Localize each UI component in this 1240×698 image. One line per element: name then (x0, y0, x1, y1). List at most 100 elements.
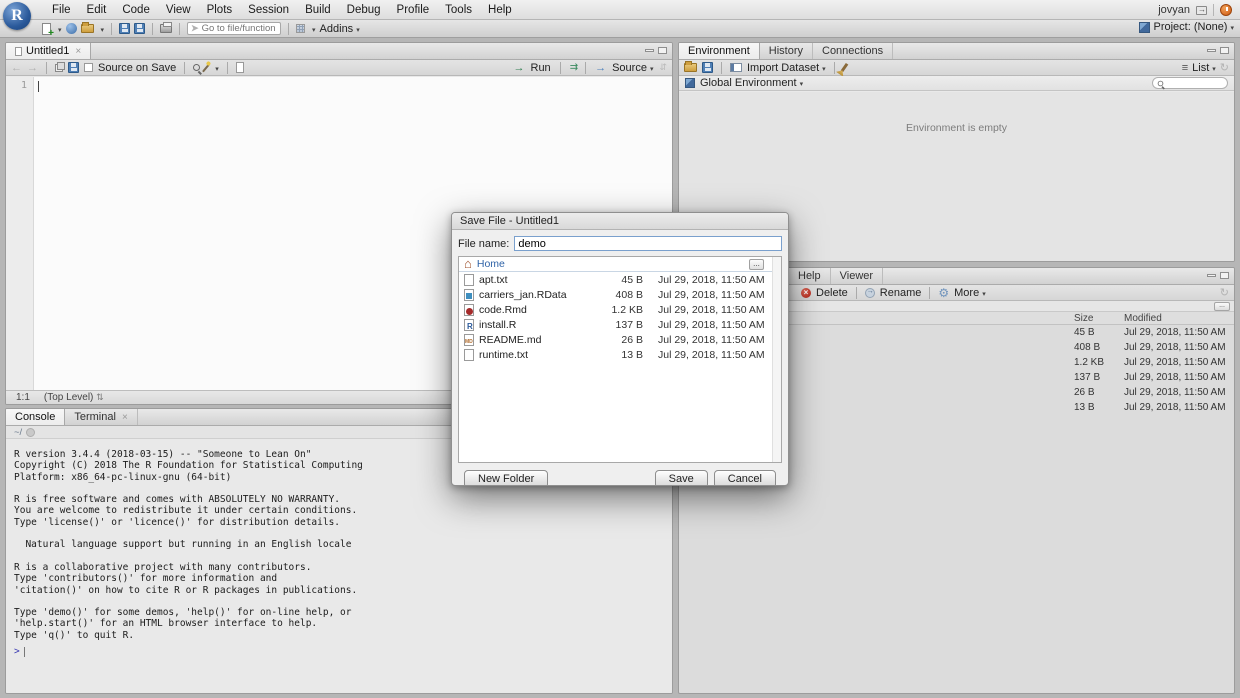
rename-button[interactable]: Rename (880, 287, 922, 299)
home-link[interactable]: Home (477, 258, 505, 270)
run-button[interactable]: Run (531, 62, 551, 74)
minimize-pane-icon[interactable] (1207, 49, 1216, 52)
dialog-file-row[interactable]: install.R 137 B Jul 29, 2018, 11:50 AM (459, 317, 781, 332)
r-session-icon (26, 427, 36, 437)
file-size: 13 B (621, 348, 643, 361)
new-file-dropdown[interactable] (55, 23, 62, 35)
forward-icon[interactable]: → (27, 62, 38, 74)
source-icon[interactable]: → (595, 62, 606, 74)
load-workspace-icon[interactable] (684, 61, 697, 72)
goto-file-input[interactable] (201, 23, 278, 34)
browse-more-button[interactable]: ... (749, 258, 764, 270)
menu-item[interactable]: File (44, 4, 79, 16)
project-selector[interactable]: Project: (None) (1154, 21, 1235, 33)
more-button[interactable]: More (954, 287, 986, 299)
file-name-input[interactable] (514, 236, 782, 251)
file-size: 45 B (621, 273, 643, 286)
open-file-dropdown[interactable] (98, 23, 105, 35)
maximize-pane-icon[interactable] (658, 47, 667, 54)
minimize-pane-icon[interactable] (1207, 274, 1216, 277)
run-icon[interactable]: → (514, 62, 525, 74)
files-pane-tab[interactable]: Viewer (831, 268, 884, 284)
scrollbar[interactable] (772, 257, 781, 462)
import-dataset-button[interactable]: Import Dataset (747, 62, 826, 74)
new-file-icon[interactable] (42, 22, 54, 39)
save-button[interactable]: Save (654, 470, 708, 485)
open-file-icon[interactable] (80, 22, 94, 33)
goto-file-box[interactable]: ➤ (187, 22, 282, 35)
dialog-file-row[interactable]: runtime.txt 13 B Jul 29, 2018, 11:50 AM (459, 347, 781, 362)
dialog-file-row[interactable]: carriers_jan.RData 408 B Jul 29, 2018, 1… (459, 287, 781, 302)
close-tab-icon[interactable]: × (75, 46, 81, 57)
popout-icon[interactable] (55, 61, 65, 72)
file-modified: Jul 29, 2018, 11:50 AM (658, 348, 765, 361)
close-terminal-icon[interactable]: × (122, 412, 128, 423)
rerun-icon[interactable]: ⇉ (570, 62, 579, 73)
refresh-icon[interactable]: ↻ (1220, 286, 1229, 299)
global-environment-selector[interactable]: Global Environment (700, 77, 803, 89)
file-name: code.Rmd (479, 303, 527, 316)
menu-item[interactable]: Help (480, 4, 520, 16)
tab-untitled1[interactable]: Untitled1 × (6, 43, 92, 59)
menu-item[interactable]: Tools (437, 4, 480, 16)
environment-tab[interactable]: Connections (813, 43, 894, 59)
menu-item[interactable]: Debug (339, 4, 389, 16)
rename-file-icon (864, 287, 875, 298)
column-size[interactable]: Size (1074, 313, 1124, 324)
console-tab[interactable]: Console (6, 409, 66, 425)
save-icon[interactable] (119, 23, 131, 34)
refresh-icon[interactable]: ↻ (1220, 61, 1229, 74)
environment-search-box[interactable] (1152, 77, 1228, 89)
dialog-title[interactable]: Save File - Untitled1 (452, 213, 788, 230)
menu-item[interactable]: View (158, 4, 199, 16)
source-button[interactable]: Source (612, 62, 653, 74)
menu-item[interactable]: Profile (389, 4, 438, 16)
column-modified[interactable]: Modified (1124, 313, 1234, 324)
environment-tab[interactable]: History (760, 43, 813, 59)
addins-grid-dropdown[interactable] (309, 23, 316, 35)
menu-item[interactable]: Plots (199, 4, 241, 16)
source-toolbar: ← → Source on Save → Run ⇉ → Source ⇵ (6, 60, 672, 76)
code-tools-dropdown[interactable] (212, 62, 219, 74)
addins-menu[interactable]: Addins (320, 23, 360, 35)
console-tab[interactable]: Terminal × (65, 409, 138, 425)
clear-objects-icon[interactable] (840, 62, 848, 73)
dialog-file-row[interactable]: README.md 26 B Jul 29, 2018, 11:50 AM (459, 332, 781, 347)
addins-grid-icon[interactable] (296, 24, 306, 33)
back-icon[interactable]: ← (11, 62, 22, 74)
working-directory: ~/ (14, 426, 23, 438)
breadcrumb-more-button[interactable]: ... (1214, 302, 1230, 311)
maximize-pane-icon[interactable] (1220, 47, 1229, 54)
menu-item[interactable]: Code (114, 4, 158, 16)
source-on-save-checkbox[interactable] (84, 63, 93, 72)
cancel-button[interactable]: Cancel (713, 470, 776, 485)
menu-item[interactable]: Session (240, 4, 297, 16)
file-size: 408 B (1074, 342, 1101, 353)
delete-button[interactable]: Delete (816, 287, 848, 299)
files-pane-tab[interactable]: Help (789, 268, 831, 284)
menu-item[interactable]: Build (297, 4, 339, 16)
list-view-button[interactable]: List (1192, 62, 1216, 74)
print-icon[interactable] (160, 22, 173, 33)
save-workspace-icon[interactable] (702, 62, 713, 73)
save-source-icon[interactable] (68, 62, 79, 73)
file-modified: Jul 29, 2018, 11:50 AM (658, 303, 765, 316)
new-project-icon[interactable] (65, 23, 77, 34)
console-prompt-line[interactable]: > (6, 646, 25, 657)
logout-icon[interactable] (1196, 5, 1207, 15)
code-tools-icon[interactable] (202, 63, 211, 72)
power-icon[interactable] (1220, 4, 1232, 16)
maximize-pane-icon[interactable] (1220, 272, 1229, 279)
dialog-file-row[interactable]: apt.txt 45 B Jul 29, 2018, 11:50 AM (459, 272, 781, 287)
save-file-dialog: Save File - Untitled1 File name: ⌂ Home … (451, 212, 789, 486)
environment-tab[interactable]: Environment (679, 43, 760, 59)
new-folder-button[interactable]: New Folder (464, 470, 549, 485)
compile-report-icon[interactable] (235, 62, 244, 73)
panel-toggle-icon[interactable]: ⇵ (659, 62, 667, 73)
minimize-pane-icon[interactable] (645, 49, 654, 52)
dialog-file-row[interactable]: code.Rmd 1.2 KB Jul 29, 2018, 11:50 AM (459, 302, 781, 317)
scope-indicator[interactable]: (Top Level) ⇅ (44, 392, 104, 403)
menu-item[interactable]: Edit (79, 4, 115, 16)
save-all-icon[interactable] (134, 23, 146, 34)
find-replace-icon[interactable] (193, 64, 201, 71)
